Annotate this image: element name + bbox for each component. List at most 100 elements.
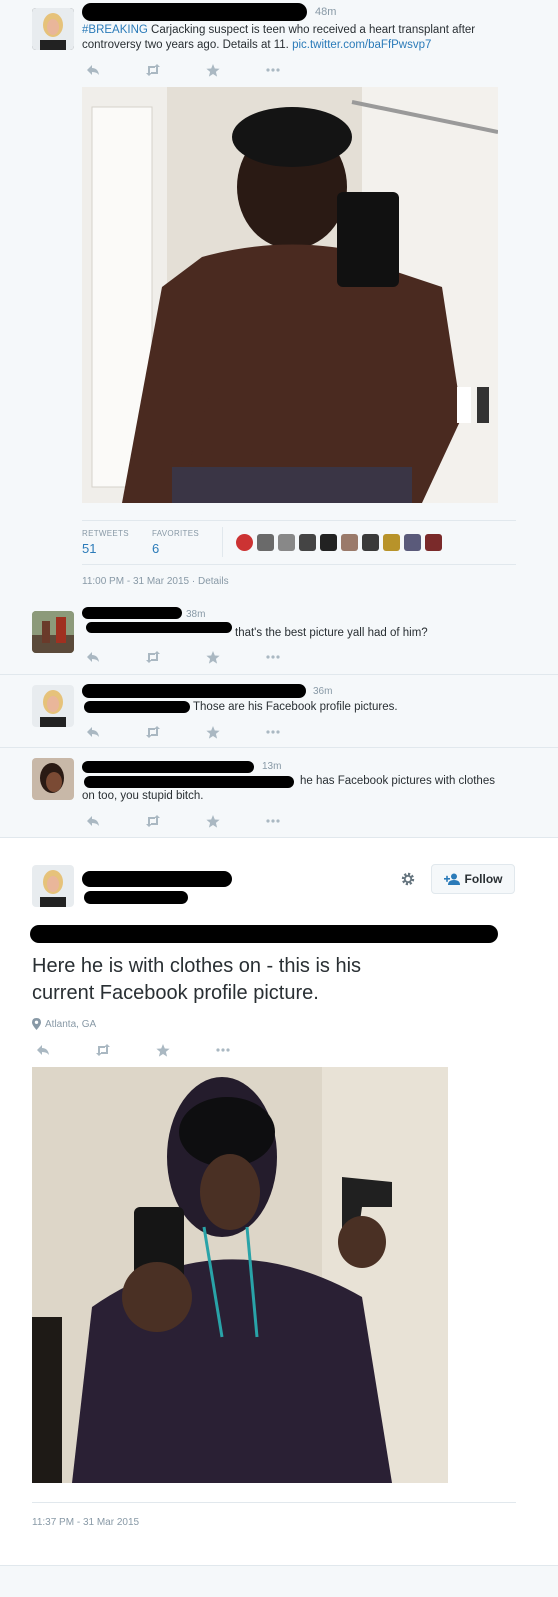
avatar[interactable] xyxy=(299,534,316,551)
more-icon xyxy=(266,730,280,734)
tweet-actions xyxy=(78,813,318,829)
more-button[interactable] xyxy=(208,1042,238,1058)
favorite-button[interactable] xyxy=(198,724,228,740)
pic-link[interactable]: pic.twitter.com/baFfPwsvp7 xyxy=(292,39,431,51)
favorite-icon xyxy=(206,725,220,739)
tweet-photo[interactable] xyxy=(32,1067,448,1483)
reply-text: he has Facebook pictures with clothes on… xyxy=(82,774,522,804)
favorite-icon xyxy=(206,814,220,828)
follow-label: Follow xyxy=(464,872,503,886)
reply-tweet[interactable]: 13m he has Facebook pictures with clothe… xyxy=(0,748,558,838)
retweet-button[interactable] xyxy=(138,62,168,78)
more-button[interactable] xyxy=(258,649,288,665)
avatar[interactable] xyxy=(341,534,358,551)
redacted-username xyxy=(82,684,306,698)
details-link[interactable]: Details xyxy=(198,576,229,587)
reply-tweet[interactable]: 36m Those are his Facebook profile pictu… xyxy=(0,675,558,748)
photo-image xyxy=(82,87,498,503)
reply-icon xyxy=(87,65,99,75)
avatar-image xyxy=(32,685,74,727)
retweets-count: 51 xyxy=(82,541,97,556)
redacted-reply-context xyxy=(30,925,498,943)
retweet-button[interactable] xyxy=(138,813,168,829)
favorites-label: FAVORITES xyxy=(152,529,200,538)
favorite-button[interactable] xyxy=(198,62,228,78)
tweet-expanded: 48m #BREAKING Carjacking suspect is teen… xyxy=(0,0,558,602)
tweet-photo[interactable] xyxy=(82,87,498,503)
tweet-time[interactable]: 38m xyxy=(186,609,205,620)
favorite-button[interactable] xyxy=(148,1042,178,1058)
reply-icon xyxy=(87,816,99,826)
favorite-button[interactable] xyxy=(198,813,228,829)
more-button[interactable] xyxy=(258,724,288,740)
reply-button[interactable] xyxy=(78,724,108,740)
avatar-image xyxy=(32,8,74,50)
divider xyxy=(222,527,223,557)
reply-icon xyxy=(37,1045,49,1055)
reply-icon xyxy=(87,652,99,662)
avatar-image xyxy=(32,758,74,800)
avatar[interactable] xyxy=(425,534,442,551)
avatar[interactable] xyxy=(32,8,74,50)
tweet-time[interactable]: 48m xyxy=(315,6,336,18)
follow-button[interactable]: Follow xyxy=(431,864,515,894)
reply-text-line1: he has Facebook pictures with clothes xyxy=(300,775,495,787)
avatar[interactable] xyxy=(32,865,74,907)
favorites-count: 6 xyxy=(152,541,160,556)
tweet-timestamp[interactable]: 11:00 PM - 31 Mar 2015 xyxy=(82,576,189,587)
redacted-username xyxy=(82,761,254,773)
more-icon xyxy=(216,1048,230,1052)
reply-button[interactable] xyxy=(78,62,108,78)
reply-button[interactable] xyxy=(78,649,108,665)
tweet-permalink: Follow Here he is with clothes on - this… xyxy=(0,838,558,1566)
hashtag-link[interactable]: #BREAKING xyxy=(82,24,148,36)
tweet-time[interactable]: 36m xyxy=(313,686,332,697)
divider xyxy=(32,1502,516,1503)
settings-button[interactable] xyxy=(400,871,420,891)
reply-button[interactable] xyxy=(78,813,108,829)
reply-button[interactable] xyxy=(28,1042,58,1058)
tweet-text-line1: Carjacking suspect is teen who received … xyxy=(147,24,476,36)
avatar[interactable] xyxy=(320,534,337,551)
favorites-stat[interactable]: FAVORITES 6 xyxy=(152,529,199,556)
avatar[interactable] xyxy=(404,534,421,551)
retweet-button[interactable] xyxy=(138,724,168,740)
avatar[interactable] xyxy=(383,534,400,551)
favorite-button[interactable] xyxy=(198,649,228,665)
redacted-handle xyxy=(84,891,188,904)
redacted-username xyxy=(82,607,182,619)
avatar[interactable] xyxy=(362,534,379,551)
redacted-username xyxy=(82,871,232,887)
tweet-text-line1: Here he is with clothes on - this is his xyxy=(32,955,362,977)
avatar[interactable] xyxy=(278,534,295,551)
retweet-icon xyxy=(146,726,160,738)
retweets-stat[interactable]: RETWEETS 51 xyxy=(82,529,129,556)
retweet-button[interactable] xyxy=(138,649,168,665)
more-icon xyxy=(266,819,280,823)
retweet-icon xyxy=(146,651,160,663)
avatar-image xyxy=(32,865,74,907)
add-user-icon xyxy=(443,873,460,885)
reply-tweet[interactable]: 38m that's the best picture yall had of … xyxy=(0,601,558,675)
more-icon xyxy=(266,655,280,659)
avatar[interactable] xyxy=(32,611,74,653)
avatar-image xyxy=(32,611,74,653)
tweet-time[interactable]: 13m xyxy=(262,761,281,772)
tweet-timestamp[interactable]: 11:37 PM - 31 Mar 2015 xyxy=(32,1517,139,1528)
retweet-icon xyxy=(146,64,160,76)
favorite-icon xyxy=(156,1043,170,1057)
reply-text-line2: on too, you stupid bitch. xyxy=(82,790,204,802)
tweet-actions xyxy=(78,724,318,740)
more-button[interactable] xyxy=(258,813,288,829)
avatar[interactable] xyxy=(236,534,253,551)
avatar[interactable] xyxy=(32,758,74,800)
retweet-button[interactable] xyxy=(88,1042,118,1058)
tweet-location[interactable]: Atlanta, GA xyxy=(32,1018,96,1030)
avatar[interactable] xyxy=(257,534,274,551)
retweets-label: RETWEETS xyxy=(82,529,129,538)
location-label: Atlanta, GA xyxy=(45,1018,97,1030)
reply-text: that's the best picture yall had of him? xyxy=(235,627,428,639)
avatar[interactable] xyxy=(32,685,74,727)
divider xyxy=(82,564,516,565)
more-button[interactable] xyxy=(258,62,288,78)
